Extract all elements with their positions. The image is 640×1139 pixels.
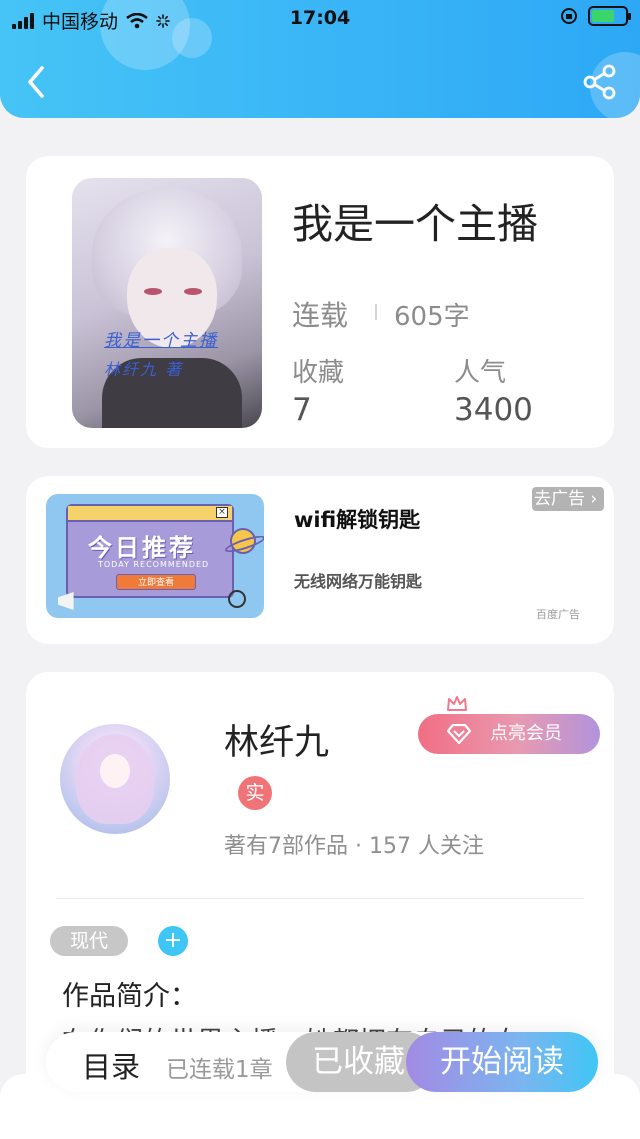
crown-icon bbox=[447, 696, 467, 711]
author-meta: 著有7部作品 · 157 人关注 bbox=[224, 834, 484, 859]
ad-source: 百度广告 bbox=[536, 608, 580, 621]
toc-button[interactable]: 目录 bbox=[82, 1044, 140, 1086]
back-button[interactable] bbox=[20, 62, 54, 102]
start-reading-button[interactable]: 开始阅读 bbox=[406, 1032, 598, 1092]
ad-window-graphic: × 今日推荐 TODAY RECOMMENDED 立即查看 bbox=[66, 504, 234, 598]
popularity-label: 人气 bbox=[454, 358, 507, 388]
magnifier-icon bbox=[228, 590, 246, 608]
ad-description: 无线网络万能钥匙 bbox=[294, 572, 423, 591]
divider bbox=[375, 304, 377, 320]
book-cover[interactable]: 我是一个主播 林纤九 著 bbox=[72, 178, 262, 428]
rotation-lock-icon bbox=[561, 8, 577, 24]
chapter-count: 已连载1章 bbox=[166, 1057, 273, 1083]
verified-badge: 实 bbox=[238, 776, 272, 810]
cover-art-eye bbox=[144, 288, 162, 295]
status-right bbox=[560, 6, 631, 26]
status-time: 17:04 bbox=[289, 7, 351, 29]
battery-icon bbox=[588, 6, 631, 26]
book-info-card: 我是一个主播 林纤九 著 我是一个主播 连载 605字 收藏 7 人气 3400 bbox=[26, 156, 614, 448]
ad-card[interactable]: × 今日推荐 TODAY RECOMMENDED 立即查看 wifi解锁钥匙 无… bbox=[26, 476, 614, 644]
book-title: 我是一个主播 bbox=[292, 200, 538, 248]
avatar-art-face bbox=[100, 754, 130, 788]
ad-title: wifi解锁钥匙 bbox=[294, 508, 421, 532]
cover-author-text: 林纤九 著 bbox=[104, 360, 184, 379]
word-count: 605字 bbox=[394, 302, 470, 332]
favorites-label: 收藏 bbox=[292, 358, 345, 388]
share-button[interactable] bbox=[582, 64, 618, 100]
diamond-icon bbox=[446, 724, 472, 744]
cover-title-text: 我是一个主播 bbox=[104, 331, 218, 351]
intro-label: 作品简介： bbox=[62, 981, 197, 1012]
favorites-value: 7 bbox=[292, 392, 312, 428]
author-name[interactable]: 林纤九 bbox=[224, 714, 329, 765]
ad-banner-sub-text: TODAY RECOMMENDED bbox=[98, 560, 210, 569]
header: 中国移动 17:04 bbox=[0, 0, 640, 118]
ad-window-close-icon: × bbox=[216, 507, 228, 518]
vip-button-label: 点亮会员 bbox=[490, 723, 562, 744]
genre-tag[interactable]: 现代 bbox=[50, 926, 128, 956]
remove-ad-button[interactable]: 去广告 › bbox=[532, 487, 604, 511]
popularity-value: 3400 bbox=[454, 392, 533, 428]
cover-art-eye bbox=[184, 288, 202, 295]
ad-window-titlebar: × bbox=[68, 506, 232, 522]
ad-banner-main-text: 今日推荐 bbox=[88, 534, 196, 562]
add-tag-button[interactable]: + bbox=[158, 926, 188, 956]
ad-banner-button-text: 立即查看 bbox=[116, 574, 196, 590]
vip-button[interactable]: 点亮会员 bbox=[418, 714, 600, 754]
book-status: 连载 bbox=[292, 299, 349, 332]
status-bar: 中国移动 17:04 bbox=[0, 0, 640, 38]
planet-icon bbox=[230, 528, 256, 554]
ad-banner-image[interactable]: × 今日推荐 TODAY RECOMMENDED 立即查看 bbox=[46, 494, 264, 618]
divider bbox=[56, 898, 584, 899]
author-avatar[interactable] bbox=[60, 724, 170, 834]
